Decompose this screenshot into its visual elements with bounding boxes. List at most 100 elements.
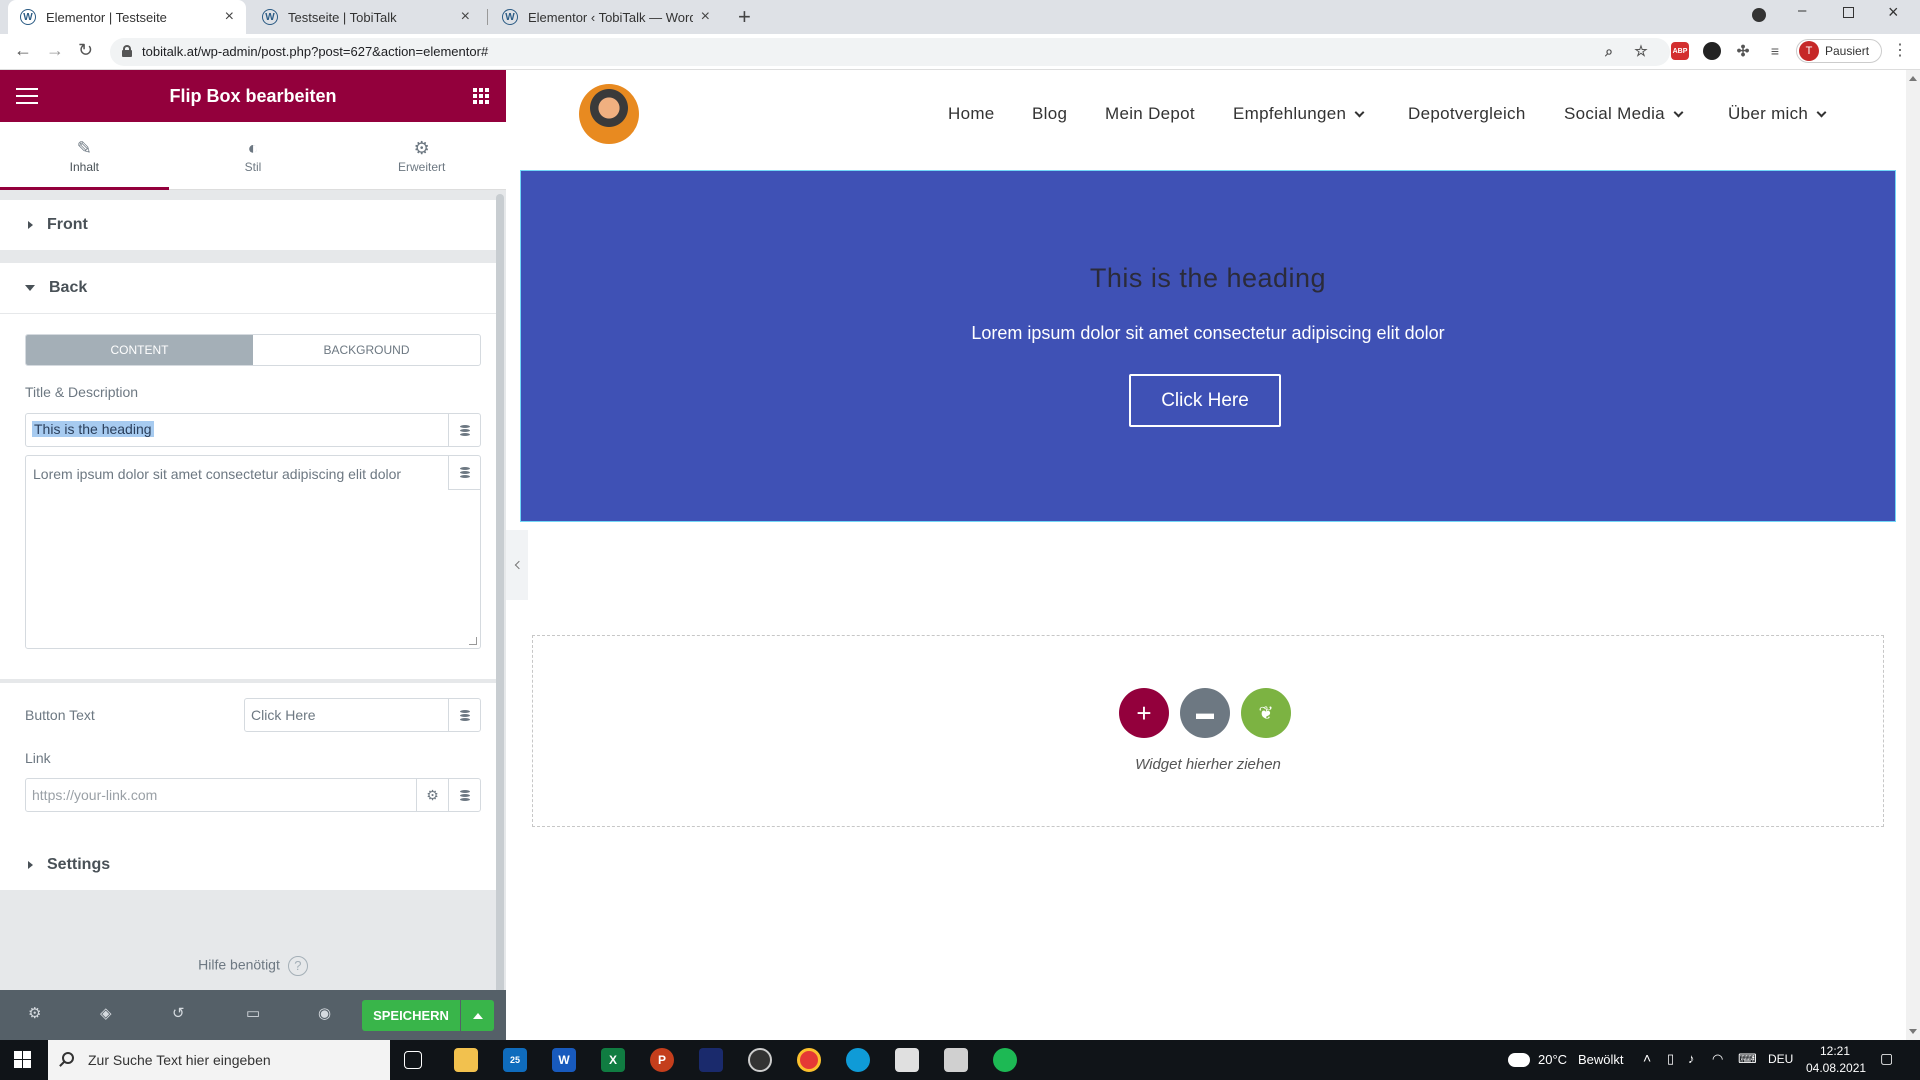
dynamic-tags-icon[interactable] [448,699,480,731]
clock-date[interactable]: 04.08.2021 [1806,1061,1866,1075]
forward-arrow-icon[interactable]: → [46,40,64,61]
section-back[interactable]: Back [0,263,500,313]
toggle-content[interactable]: CONTENT [26,335,253,365]
section-title: Settings [47,856,111,873]
page-scrollbar[interactable] [1906,70,1920,1040]
profile-button[interactable]: T Pausiert [1796,39,1882,63]
close-tab-icon[interactable]: × [701,8,710,26]
site-logo[interactable] [579,84,639,144]
button-text-input[interactable]: Click Here [244,698,481,732]
close-window-icon[interactable]: × [1888,2,1899,23]
responsive-mode-icon[interactable]: ▭ [246,1004,260,1022]
tab-inhalt[interactable]: ✎ Inhalt [0,122,169,190]
nav-social-media[interactable]: Social Media [1564,104,1684,124]
weather-temp[interactable]: 20°C [1538,1052,1567,1067]
clock-time[interactable]: 12:21 [1820,1044,1850,1058]
new-tab-button[interactable]: + [738,4,751,30]
nav-mein-depot[interactable]: Mein Depot [1105,104,1195,124]
spotify-icon[interactable] [993,1048,1017,1072]
add-section-button[interactable]: + [1119,688,1169,738]
chrome-icon[interactable] [797,1048,821,1072]
dynamic-tags-icon[interactable] [448,414,480,446]
flip-box-widget[interactable]: This is the heading Lorem ipsum dolor si… [520,170,1896,522]
browser-tab-testseite[interactable]: W Testseite | TobiTalk × [250,0,482,34]
keyboard-icon[interactable]: ⌨ [1738,1051,1757,1067]
network-icon[interactable]: ◠ [1712,1051,1723,1067]
section-settings[interactable]: Settings [0,840,500,890]
task-view-icon[interactable] [404,1051,422,1069]
elementor-panel: Flip Box bearbeiten ✎ Inhalt ◐ Stil ⚙ Er… [0,70,506,1040]
section-front[interactable]: Front [0,200,500,250]
reload-icon[interactable]: ↻ [78,40,93,61]
nav-depotvergleich[interactable]: Depotvergleich [1408,104,1526,124]
close-tab-icon[interactable]: × [225,8,234,26]
notification-icon[interactable]: ▢ [1880,1050,1893,1067]
chrome-menu-icon[interactable]: ⋮ [1892,40,1908,60]
tab-stil[interactable]: ◐ Stil [169,122,338,189]
back-arrow-icon[interactable]: ← [14,40,32,61]
url-bar[interactable]: tobitalk.at/wp-admin/post.php?post=627&a… [110,38,1670,66]
minimize-icon[interactable]: – [1798,2,1806,19]
app-icon[interactable] [699,1048,723,1072]
adblock-icon[interactable]: ABP [1671,42,1689,60]
nav-home[interactable]: Home [948,104,995,124]
extensions-puzzle-icon[interactable]: ✣ [1734,42,1752,60]
tab-search-icon[interactable] [1752,8,1766,22]
powerpoint-icon[interactable]: P [650,1048,674,1072]
search-icon [62,1052,74,1064]
zoom-icon[interactable]: ⌕ [1600,42,1618,60]
input-language[interactable]: DEU [1768,1052,1793,1066]
history-icon[interactable]: ↺ [172,1004,185,1022]
dynamic-tags-icon[interactable] [448,779,480,811]
template-library-folder-icon[interactable]: ▬ [1180,688,1230,738]
description-textarea[interactable]: Lorem ipsum dolor sit amet consectetur a… [25,455,481,649]
excel-icon[interactable]: X [601,1048,625,1072]
taskbar-search-input[interactable]: Zur Suche Text hier eingeben [48,1040,390,1080]
envato-leaf-icon[interactable]: ❦ [1241,688,1291,738]
panel-scrollbar[interactable] [496,194,504,1012]
dynamic-tags-icon[interactable] [448,456,480,490]
flip-box-button[interactable]: Click Here [1129,374,1281,427]
save-options-button[interactable] [461,1000,494,1031]
obs-icon[interactable] [748,1048,772,1072]
browser-tab-elementor[interactable]: W Elementor | Testseite × [8,0,246,34]
resize-handle[interactable] [469,637,477,645]
mail-icon[interactable]: 25 [503,1048,527,1072]
close-tab-icon[interactable]: × [461,8,470,26]
panel-collapse-handle[interactable] [506,530,528,600]
scroll-down-icon[interactable] [1909,1029,1917,1034]
tray-chevron-icon[interactable]: ˄ [1643,1050,1651,1066]
save-button[interactable]: SPEICHERN [362,1000,460,1031]
settings-gear-icon[interactable]: ⚙ [28,1004,41,1022]
nav-blog[interactable]: Blog [1032,104,1067,124]
restore-icon[interactable] [1843,7,1854,18]
browser-tab-wordpress[interactable]: W Elementor ‹ TobiTalk — WordPre × [490,0,722,34]
app-icon[interactable] [895,1048,919,1072]
scroll-up-icon[interactable] [1909,76,1917,81]
nav-ueber-mich[interactable]: Über mich [1728,104,1827,124]
nav-empfehlungen[interactable]: Empfehlungen [1233,104,1365,124]
tab-erweitert[interactable]: ⚙ Erweitert [337,122,506,189]
help-link[interactable]: Hilfe benötigt? [0,956,506,976]
widgets-grid-icon[interactable] [473,88,489,104]
grammarly-icon[interactable] [1703,42,1721,60]
volume-icon[interactable]: ♪ [1688,1051,1695,1066]
bookmark-star-icon[interactable]: ☆ [1632,42,1650,60]
content-background-toggle: CONTENT BACKGROUND [25,334,481,366]
preview-eye-icon[interactable]: ◉ [318,1004,331,1022]
wordpress-icon: W [502,9,518,25]
notepad-icon[interactable] [944,1048,968,1072]
windows-start-icon[interactable] [14,1051,31,1068]
battery-icon[interactable]: ▯ [1667,1051,1674,1067]
weather-desc[interactable]: Bewölkt [1578,1052,1624,1067]
title-input[interactable]: This is the heading [25,413,481,447]
word-icon[interactable]: W [552,1048,576,1072]
file-explorer-icon[interactable] [454,1048,478,1072]
toggle-background[interactable]: BACKGROUND [253,335,480,365]
link-input[interactable]: https://your-link.com ⚙ [25,778,481,812]
edge-icon[interactable] [846,1048,870,1072]
link-options-gear-icon[interactable]: ⚙ [416,779,448,811]
widget-drop-zone[interactable]: + ▬ ❦ Widget hierher ziehen [532,635,1884,827]
navigator-layers-icon[interactable]: ◈ [100,1004,112,1022]
reading-list-icon[interactable]: ≡ [1766,42,1784,60]
